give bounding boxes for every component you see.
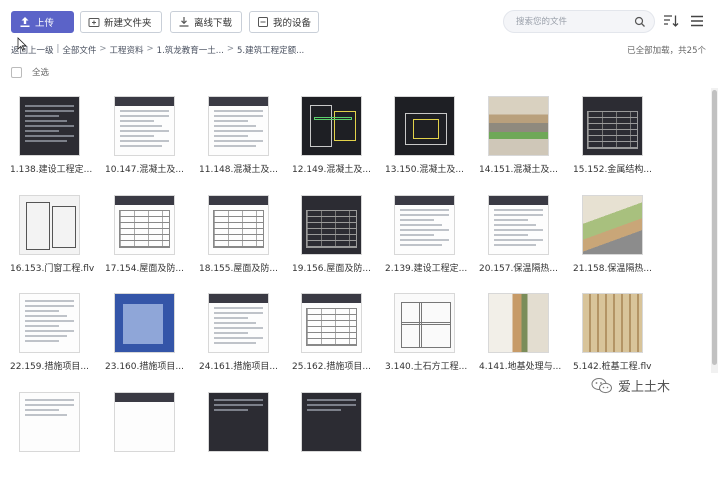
file-name: 1.138.建设工程定... — [10, 165, 93, 175]
file-name: 2.139.建设工程定... — [385, 264, 468, 274]
file-thumbnail — [19, 195, 80, 255]
file-thumbnail — [19, 96, 80, 156]
file-item[interactable]: 5.142.桩基工程.flv — [573, 293, 659, 378]
file-name: 22.159.措施项目... — [10, 362, 89, 372]
file-name: 19.156.屋面及防... — [292, 264, 371, 274]
file-thumbnail — [208, 96, 269, 156]
file-thumbnail — [488, 293, 549, 353]
file-name: 25.162.措施项目... — [292, 362, 371, 372]
file-thumbnail — [19, 392, 80, 452]
file-item[interactable]: 10.147.混凝土及... — [105, 96, 191, 181]
file-thumbnail — [582, 195, 643, 255]
file-thumbnail — [19, 293, 80, 353]
file-name: 15.152.金属结构... — [573, 165, 652, 175]
file-item[interactable]: 15.152.金属结构... — [573, 96, 659, 181]
file-thumbnail — [114, 293, 175, 353]
file-name: 16.153.门窗工程.flv — [10, 264, 95, 274]
file-item[interactable]: 16.153.门窗工程.flv — [10, 195, 96, 280]
file-grid: 1.138.建设工程定... 10.147.混凝土及... 11.148.混凝土… — [0, 0, 710, 452]
file-item[interactable]: 12.149.混凝土及... — [292, 96, 378, 181]
file-item[interactable]: 14.151.混凝土及... — [479, 96, 565, 181]
file-item[interactable] — [105, 392, 191, 477]
scrollbar[interactable] — [711, 88, 718, 373]
file-item[interactable] — [199, 392, 285, 477]
file-item[interactable]: 2.139.建设工程定... — [385, 195, 471, 280]
file-item[interactable]: 13.150.混凝土及... — [385, 96, 471, 181]
file-thumbnail — [114, 392, 175, 452]
file-thumbnail — [582, 293, 643, 353]
wechat-icon — [591, 377, 612, 393]
file-thumbnail — [114, 96, 175, 156]
file-item[interactable]: 3.140.土石方工程... — [385, 293, 471, 378]
file-item[interactable]: 11.148.混凝土及... — [199, 96, 285, 181]
watermark: 爱上土木 — [591, 376, 670, 395]
file-item[interactable]: 25.162.措施项目... — [292, 293, 378, 378]
file-thumbnail — [208, 195, 269, 255]
file-name: 10.147.混凝土及... — [105, 165, 184, 175]
file-item[interactable]: 24.161.措施项目... — [199, 293, 285, 378]
file-item[interactable]: 21.158.保温隔热... — [573, 195, 659, 280]
file-thumbnail — [301, 293, 362, 353]
file-item[interactable] — [292, 392, 378, 477]
file-item[interactable] — [10, 392, 96, 477]
file-thumbnail — [114, 195, 175, 255]
file-thumbnail — [208, 293, 269, 353]
file-name: 12.149.混凝土及... — [292, 165, 371, 175]
file-thumbnail — [488, 96, 549, 156]
watermark-text: 爱上土木 — [618, 380, 671, 395]
file-item[interactable]: 23.160.措施项目... — [105, 293, 191, 378]
file-thumbnail — [208, 392, 269, 452]
file-item[interactable]: 17.154.屋面及防... — [105, 195, 191, 280]
file-item[interactable]: 4.141.地基处理与... — [479, 293, 565, 378]
file-name: 3.140.土石方工程... — [385, 362, 468, 372]
file-item[interactable]: 22.159.措施项目... — [10, 293, 96, 378]
file-thumbnail — [394, 293, 455, 353]
file-name: 20.157.保温隔热... — [479, 264, 558, 274]
file-name: 4.141.地基处理与... — [479, 362, 562, 372]
file-name: 18.155.屋面及防... — [199, 264, 278, 274]
mouse-cursor-icon — [17, 37, 27, 51]
file-item[interactable]: 19.156.屋面及防... — [292, 195, 378, 280]
file-thumbnail — [582, 96, 643, 156]
file-thumbnail — [301, 96, 362, 156]
file-name: 17.154.屋面及防... — [105, 264, 184, 274]
file-name: 5.142.桩基工程.flv — [573, 362, 652, 372]
file-thumbnail — [301, 392, 362, 452]
file-name: 23.160.措施项目... — [105, 362, 184, 372]
file-thumbnail — [301, 195, 362, 255]
file-thumbnail — [488, 195, 549, 255]
file-name: 24.161.措施项目... — [199, 362, 278, 372]
file-item[interactable]: 20.157.保温隔热... — [479, 195, 565, 280]
file-name: 11.148.混凝土及... — [199, 165, 278, 175]
file-thumbnail — [394, 96, 455, 156]
file-name: 14.151.混凝土及... — [479, 165, 558, 175]
scrollbar-thumb[interactable] — [712, 90, 717, 365]
file-thumbnail — [394, 195, 455, 255]
file-item[interactable]: 1.138.建设工程定... — [10, 96, 96, 181]
file-name: 21.158.保温隔热... — [573, 264, 652, 274]
file-item[interactable]: 18.155.屋面及防... — [199, 195, 285, 280]
file-name: 13.150.混凝土及... — [385, 165, 464, 175]
